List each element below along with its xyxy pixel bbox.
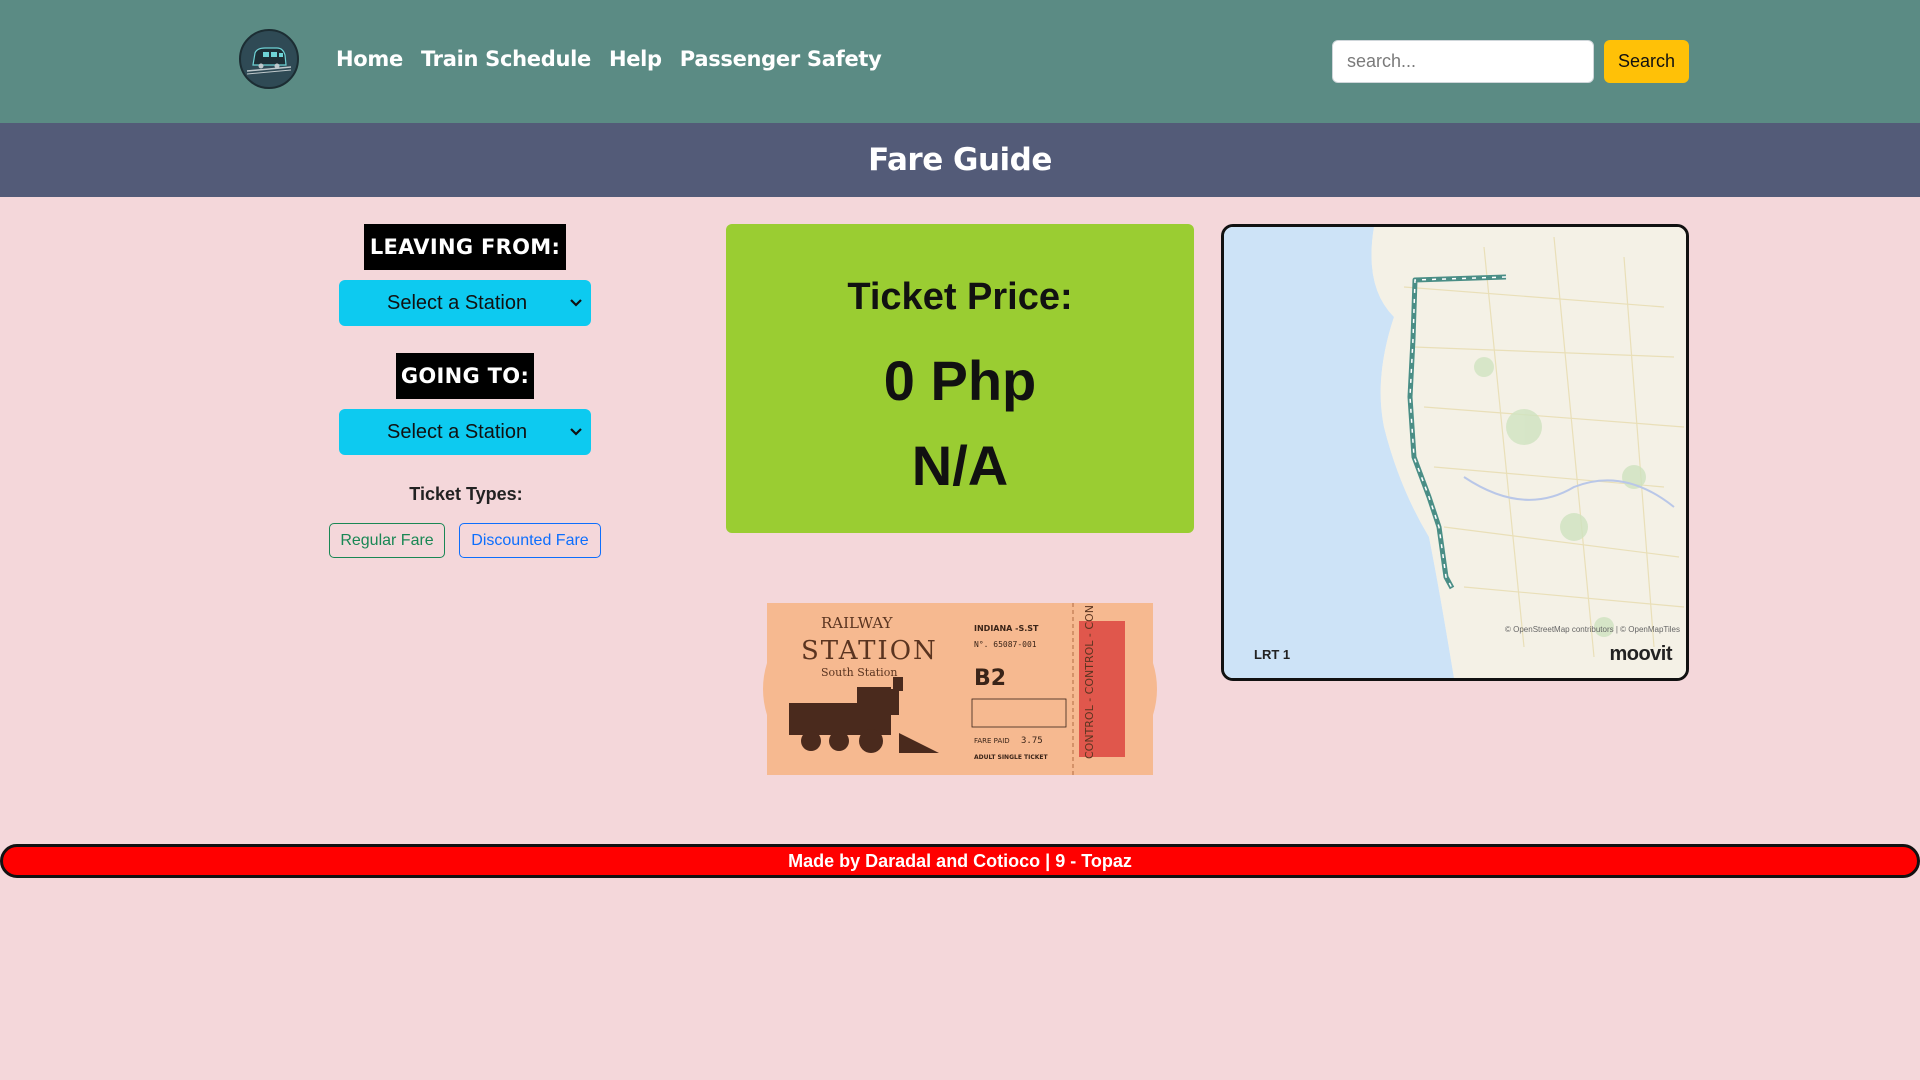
- going-to-select[interactable]: Select a Station: [339, 409, 591, 455]
- nav-link-home[interactable]: Home: [336, 47, 403, 71]
- route-map[interactable]: © OpenStreetMap contributors | © OpenMap…: [1221, 224, 1689, 681]
- map-line-label: LRT 1: [1254, 647, 1291, 662]
- leaving-from-select[interactable]: Select a Station: [339, 280, 591, 326]
- chevron-down-icon: [569, 422, 583, 448]
- footer: Made by Daradal and Cotioco | 9 - Topaz: [0, 844, 1920, 878]
- nav-links: Home Train Schedule Help Passenger Safet…: [336, 47, 882, 71]
- chevron-down-icon: [569, 293, 583, 319]
- ticket-seat-text: B2: [974, 666, 1006, 691]
- ticket-station-text: STATION: [801, 636, 938, 666]
- ticket-south-station-text: South Station: [821, 666, 897, 679]
- ticket-kind-text: ADULT SINGLE TICKET: [974, 754, 1048, 761]
- nav-link-passenger-safety[interactable]: Passenger Safety: [680, 47, 882, 71]
- discounted-fare-button[interactable]: Discounted Fare: [459, 523, 601, 558]
- ticket-number-text: N°. 65087-001: [974, 640, 1037, 649]
- ticket-price-label: Ticket Price:: [847, 276, 1073, 318]
- moovit-logo: moovit: [1609, 643, 1672, 665]
- regular-fare-button[interactable]: Regular Fare: [329, 523, 445, 558]
- title-bar: Fare Guide: [0, 123, 1920, 197]
- navbar: Home Train Schedule Help Passenger Safet…: [0, 0, 1920, 123]
- ticket-price-type: N/A: [911, 434, 1009, 497]
- ticket-railway-text: RAILWAY: [821, 614, 894, 632]
- leaving-from-label: LEAVING FROM:: [364, 224, 566, 270]
- railway-ticket-image: RAILWAY STATION South Station INDIANA -S…: [763, 603, 1157, 775]
- map-graphic: [1224, 227, 1686, 678]
- nav-link-train-schedule[interactable]: Train Schedule: [421, 47, 591, 71]
- ticket-types-label: Ticket Types:: [409, 484, 523, 504]
- search-input[interactable]: [1332, 40, 1594, 83]
- leaving-from-value: Select a Station: [387, 291, 528, 314]
- train-logo-icon[interactable]: [239, 29, 299, 89]
- ticket-fare-label: FARE PAID: [974, 737, 1010, 745]
- search-button[interactable]: Search: [1604, 40, 1689, 83]
- ticket-stub-text: CONTROL - CONTROL - CON: [1083, 605, 1096, 759]
- map-attribution: © OpenStreetMap contributors | © OpenMap…: [1505, 625, 1680, 634]
- ticket-route-text: INDIANA -S.ST: [974, 624, 1039, 633]
- ticket-fare-value: 3.75: [1021, 736, 1043, 746]
- ticket-price-card: Ticket Price: 0 Php N/A: [726, 224, 1194, 533]
- ticket-price-value: 0 Php: [883, 349, 1037, 412]
- page-title: Fare Guide: [868, 142, 1052, 178]
- going-to-label: GOING TO:: [396, 353, 534, 399]
- going-to-value: Select a Station: [387, 420, 528, 443]
- footer-text: Made by Daradal and Cotioco | 9 - Topaz: [788, 850, 1132, 871]
- nav-link-help[interactable]: Help: [609, 47, 662, 71]
